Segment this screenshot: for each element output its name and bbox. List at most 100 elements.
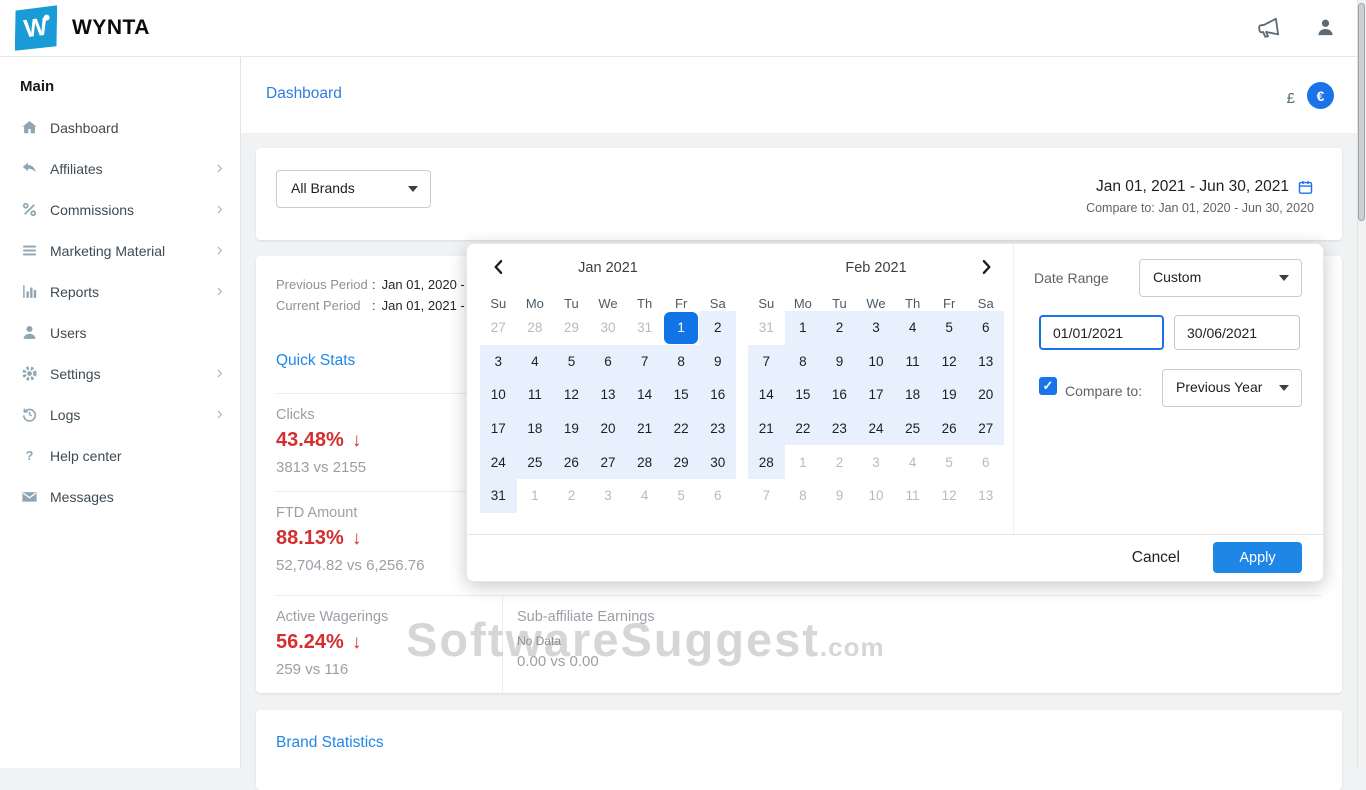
calendar-day[interactable]: 8 — [663, 345, 700, 379]
calendar-day[interactable]: 28 — [626, 445, 663, 479]
calendar-day[interactable]: 2 — [553, 479, 590, 513]
calendar-day[interactable]: 28 — [517, 311, 554, 345]
date-range-display[interactable]: Jan 01, 2021 - Jun 30, 2021 Compare to: … — [1086, 178, 1314, 215]
cancel-button[interactable]: Cancel — [1124, 545, 1188, 571]
calendar-day[interactable]: 5 — [931, 445, 968, 479]
sidebar-item-affiliates[interactable]: Affiliates — [0, 148, 240, 189]
user-account-icon[interactable] — [1314, 16, 1337, 39]
calendar-day[interactable]: 5 — [931, 311, 968, 345]
calendar-day[interactable]: 7 — [748, 345, 785, 379]
calendar-day[interactable]: 12 — [931, 345, 968, 379]
calendar-day[interactable]: 11 — [894, 345, 931, 379]
calendar-day[interactable]: 19 — [553, 412, 590, 446]
calendar-day[interactable]: 13 — [967, 479, 1004, 513]
calendar-day[interactable]: 16 — [821, 378, 858, 412]
calendar-day[interactable]: 23 — [821, 412, 858, 446]
calendar-day[interactable]: 24 — [858, 412, 895, 446]
calendar-day[interactable]: 7 — [748, 479, 785, 513]
calendar-day[interactable]: 31 — [748, 311, 785, 345]
calendar-day[interactable]: 18 — [894, 378, 931, 412]
range-type-select[interactable]: Custom — [1139, 259, 1302, 297]
calendar-day[interactable]: 13 — [590, 378, 627, 412]
calendar-day[interactable]: 31 — [626, 311, 663, 345]
calendar-day[interactable]: 27 — [967, 412, 1004, 446]
calendar-day[interactable]: 26 — [931, 412, 968, 446]
calendar-day[interactable]: 9 — [699, 345, 736, 379]
calendar-day-selected[interactable]: 1 — [663, 311, 700, 345]
calendar-day[interactable]: 29 — [663, 445, 700, 479]
sidebar-item-marketing-material[interactable]: Marketing Material — [0, 230, 240, 271]
calendar-day[interactable]: 9 — [821, 479, 858, 513]
calendar-day[interactable]: 3 — [858, 445, 895, 479]
calendar-day[interactable]: 14 — [626, 378, 663, 412]
calendar-day[interactable]: 6 — [699, 479, 736, 513]
scrollbar-thumb[interactable] — [1358, 3, 1365, 221]
calendar-day[interactable]: 11 — [894, 479, 931, 513]
calendar-day[interactable]: 8 — [785, 479, 822, 513]
calendar-day[interactable]: 12 — [553, 378, 590, 412]
calendar-day[interactable]: 17 — [858, 378, 895, 412]
calendar-day[interactable]: 10 — [858, 345, 895, 379]
calendar-day[interactable]: 31 — [480, 479, 517, 513]
sidebar-item-users[interactable]: Users — [0, 312, 240, 353]
calendar-day[interactable]: 17 — [480, 412, 517, 446]
calendar-day[interactable]: 26 — [553, 445, 590, 479]
currency-gbp-toggle[interactable]: £ — [1287, 90, 1295, 107]
calendar-day[interactable]: 19 — [931, 378, 968, 412]
start-date-input[interactable] — [1039, 315, 1164, 350]
calendar-day[interactable]: 5 — [553, 345, 590, 379]
sidebar-item-reports[interactable]: Reports — [0, 271, 240, 312]
calendar-day[interactable]: 6 — [590, 345, 627, 379]
calendar-day[interactable]: 16 — [699, 378, 736, 412]
calendar-day[interactable]: 27 — [590, 445, 627, 479]
calendar-day[interactable]: 2 — [699, 311, 736, 345]
calendar-day[interactable]: 11 — [517, 378, 554, 412]
compare-type-select[interactable]: Previous Year — [1162, 369, 1302, 407]
sidebar-item-help-center[interactable]: ?Help center — [0, 435, 240, 476]
breadcrumb[interactable]: Dashboard — [266, 85, 342, 103]
calendar-day[interactable]: 28 — [748, 445, 785, 479]
calendar-day[interactable]: 12 — [931, 479, 968, 513]
calendar-day[interactable]: 21 — [748, 412, 785, 446]
calendar-day[interactable]: 18 — [517, 412, 554, 446]
calendar-day[interactable]: 30 — [590, 311, 627, 345]
calendar-day[interactable]: 1 — [785, 311, 822, 345]
calendar-day[interactable]: 20 — [590, 412, 627, 446]
calendar-day[interactable]: 14 — [748, 378, 785, 412]
calendar-day[interactable]: 25 — [894, 412, 931, 446]
currency-eur-toggle[interactable]: € — [1307, 82, 1334, 109]
calendar-day[interactable]: 8 — [785, 345, 822, 379]
calendar-day[interactable]: 21 — [626, 412, 663, 446]
calendar-day[interactable]: 15 — [663, 378, 700, 412]
calendar-day[interactable]: 6 — [967, 445, 1004, 479]
calendar-day[interactable]: 2 — [821, 311, 858, 345]
calendar-day[interactable]: 24 — [480, 445, 517, 479]
compare-checkbox[interactable] — [1039, 377, 1057, 395]
calendar-day[interactable]: 4 — [626, 479, 663, 513]
calendar-day[interactable]: 22 — [785, 412, 822, 446]
calendar-day[interactable]: 30 — [699, 445, 736, 479]
calendar-day[interactable]: 4 — [894, 311, 931, 345]
calendar-day[interactable]: 27 — [480, 311, 517, 345]
sidebar-item-logs[interactable]: Logs — [0, 394, 240, 435]
calendar-day[interactable]: 10 — [858, 479, 895, 513]
calendar-day[interactable]: 1 — [785, 445, 822, 479]
calendar-day[interactable]: 1 — [517, 479, 554, 513]
calendar-day[interactable]: 4 — [517, 345, 554, 379]
end-date-input[interactable] — [1174, 315, 1300, 350]
app-logo[interactable]: W — [14, 6, 58, 50]
calendar-day[interactable]: 10 — [480, 378, 517, 412]
apply-button[interactable]: Apply — [1213, 542, 1302, 573]
calendar-day[interactable]: 3 — [480, 345, 517, 379]
calendar-day[interactable]: 15 — [785, 378, 822, 412]
calendar-day[interactable]: 20 — [967, 378, 1004, 412]
calendar-day[interactable]: 2 — [821, 445, 858, 479]
calendar-day[interactable]: 7 — [626, 345, 663, 379]
calendar-day[interactable]: 25 — [517, 445, 554, 479]
calendar-day[interactable]: 4 — [894, 445, 931, 479]
calendar-day[interactable]: 3 — [590, 479, 627, 513]
calendar-day[interactable]: 3 — [858, 311, 895, 345]
megaphone-icon[interactable] — [1254, 13, 1283, 42]
sidebar-item-commissions[interactable]: Commissions — [0, 189, 240, 230]
sidebar-item-dashboard[interactable]: Dashboard — [0, 107, 240, 148]
